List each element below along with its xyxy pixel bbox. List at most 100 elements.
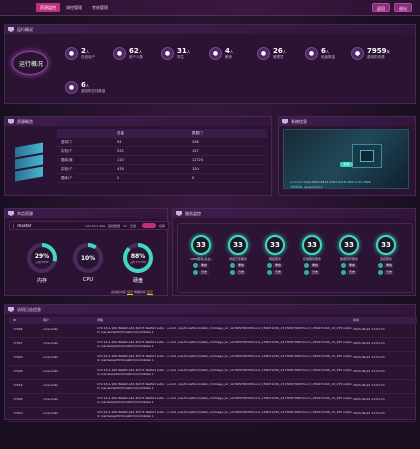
service-log-button[interactable]: 日志: [224, 270, 252, 275]
node-meta: 172.16.1.100 链接数量 47 正常 切换: [85, 223, 165, 228]
system-generate-button[interactable]: 生成: [340, 162, 353, 167]
stat-item: ● 2人 在线用户: [65, 47, 95, 60]
overview-panel: 运行概况 运行概况 ● 2人 在线用户 ● 62人 用户人数 ● 31人 学生 ● 4人 教师…: [4, 24, 416, 104]
system-image: 生成 License: 5de9-665a-8423-5463-0318-d9f…: [283, 129, 409, 189]
resource-gauge: 10%: [73, 243, 103, 273]
service-restart-button[interactable]: 重启: [372, 263, 400, 268]
panel-icon: [8, 307, 14, 312]
service-count-ring: 33: [228, 235, 248, 255]
panel-icon: [8, 119, 14, 124]
log-icon: [340, 270, 346, 275]
log-icon: [303, 270, 309, 275]
version-line: 当前版本: version3.0.1: [290, 185, 323, 189]
license-line: License: 5de9-665a-8423-5463-0318-d9f0-1…: [290, 180, 371, 184]
resource-gauge: 88% 占用 177/200: [123, 243, 153, 273]
table-row: 实验/个 478 120: [57, 165, 267, 174]
overview-center-label: 运行概况: [18, 61, 43, 68]
service-log-button[interactable]: 日志: [187, 270, 215, 275]
service-item: 33 数据同步服务 重启 日志: [335, 235, 363, 275]
panel-icon: [8, 27, 14, 32]
service-restart-button[interactable]: 重启: [187, 263, 215, 268]
logs-panel: 访问日志信息 ID 用户 详情 时间 77094 vms-mato 172.16.1…: [4, 304, 417, 422]
restart-icon: [266, 263, 272, 268]
restart-icon: [229, 263, 235, 268]
log-icon: [377, 270, 383, 275]
service-item: 33 网络服务 重启 日志: [261, 235, 289, 275]
stat-item: ● 31人 学生: [161, 47, 190, 60]
assets-table-header: 总量 数据门: [57, 129, 267, 138]
panel-icon: [282, 119, 288, 124]
table-row: 虚拟门 54 258: [57, 138, 267, 147]
assets-panel: 资源概览 总量 数据门 虚拟门 54 258 实验/个 532 147 题库/道 110 127…: [4, 116, 272, 196]
table-row: 77025 vms-mato 172.16.1.100 WebID-AS1 Port…: [9, 366, 417, 380]
service-log-button[interactable]: 日志: [335, 270, 363, 275]
gauge-label: 内存: [36, 278, 47, 284]
restart-icon: [303, 263, 309, 268]
log-icon: [266, 270, 272, 275]
stat-item: ● 62人 用户人数: [113, 47, 143, 60]
vm-icon: ●: [351, 47, 364, 60]
node-selector-bracket: |: [13, 223, 15, 228]
node-title: 节点资源: [5, 209, 167, 218]
disk-detail-link-1[interactable]: 显示: [127, 290, 133, 294]
panel-icon: [8, 211, 14, 216]
logs-table-header: ID 用户 详情 时间: [9, 317, 417, 324]
service-item: 33 调度日志服务 重启 日志: [224, 235, 252, 275]
system-title: 系统信息: [279, 117, 415, 126]
node-panel: 节点资源 | master 172.16.1.100 链接数量 47 正常 切换…: [4, 208, 169, 296]
student-icon: ●: [161, 47, 174, 60]
service-count-ring: 33: [339, 235, 359, 255]
vm-online-icon: ●: [65, 81, 78, 94]
service-log-button[interactable]: 日志: [298, 270, 326, 275]
table-row: 77057 vms-mato 172.16.1.100 WebID-AS1 Port…: [9, 338, 417, 352]
disk-detail-link-2[interactable]: 显示: [147, 290, 153, 294]
logs-table: ID 用户 详情 时间 77094 vms-mato 172.16.1.100 We…: [9, 317, 417, 422]
service-log-button[interactable]: 日志: [372, 270, 400, 275]
chip-core-graphic: [360, 150, 374, 162]
logout-button[interactable]: 退出: [394, 3, 412, 12]
tab-assessment-management[interactable]: 考核管理: [88, 3, 112, 12]
teacher-icon: ●: [209, 47, 222, 60]
stat-item: ● 4人 教师: [209, 47, 233, 60]
users-icon: ●: [113, 47, 126, 60]
table-row: 77016 vms-mato 172.16.1.100 WebID-AS1 Port…: [9, 380, 417, 394]
back-button[interactable]: 返回: [372, 3, 390, 12]
service-restart-button[interactable]: 重启: [261, 263, 289, 268]
service-count-ring: 33: [191, 235, 211, 255]
logs-title: 访问日志信息: [5, 305, 415, 314]
overview-title: 运行概况: [5, 25, 415, 34]
log-icon: [229, 270, 235, 275]
service-log-button[interactable]: 日志: [261, 270, 289, 275]
restart-icon: [377, 263, 383, 268]
service-count-ring: 33: [265, 235, 285, 255]
panel-icon: [176, 211, 182, 216]
stat-item: ● 7959条 虚拟机资源: [351, 47, 390, 60]
system-panel: 系统信息 生成 License: 5de9-665a-8423-5463-031…: [278, 116, 416, 196]
table-row: 77030 vms-mato 172.16.1.100 WebID-AS1 Port…: [9, 394, 417, 408]
table-row: 题库/道 110 12720: [57, 156, 267, 165]
service-count-ring: 33: [302, 235, 322, 255]
service-title: 服务监控: [173, 209, 415, 218]
service-restart-button[interactable]: 重启: [224, 263, 252, 268]
table-row: 77094 vms-mato 172.16.1.100 WebID-AS1 Port…: [9, 324, 417, 338]
resource-gauge: 29% 占用 8/150: [27, 243, 57, 273]
service-item: 33 监控服务 重启 日志: [372, 235, 400, 275]
node-toggle[interactable]: [141, 223, 156, 228]
user-icon: ●: [65, 47, 78, 60]
restart-icon: [192, 263, 198, 268]
tab-control-management[interactable]: 调控管理: [62, 3, 86, 12]
tab-resource-monitor[interactable]: 资源监控: [36, 3, 60, 12]
service-item: 33 WEB服务(后台) 重启 日志: [187, 235, 215, 275]
service-restart-button[interactable]: 重启: [298, 263, 326, 268]
table-row: 77023 vms-mato 172.16.1.100 WebID-AS1 Port…: [9, 352, 417, 366]
stat-item: ● 26人 管理员: [257, 47, 286, 60]
disk-detail: 虚拟机内存 显示 物理内存 显示: [111, 290, 153, 294]
log-icon: [192, 270, 198, 275]
service-item: 33 存储服务服务 重启 日志: [298, 235, 326, 275]
top-bar: 资源监控 调控管理 考核管理 返回 退出: [0, 0, 420, 16]
node-host-select[interactable]: master: [17, 223, 31, 228]
restart-icon: [340, 263, 346, 268]
service-panel: 服务监控 33 WEB服务(后台) 重启 日志 33 调度日志服务 重启 日志 33…: [172, 208, 416, 296]
node-header: | master 172.16.1.100 链接数量 47 正常 切换: [9, 221, 169, 230]
service-restart-button[interactable]: 重启: [335, 263, 363, 268]
